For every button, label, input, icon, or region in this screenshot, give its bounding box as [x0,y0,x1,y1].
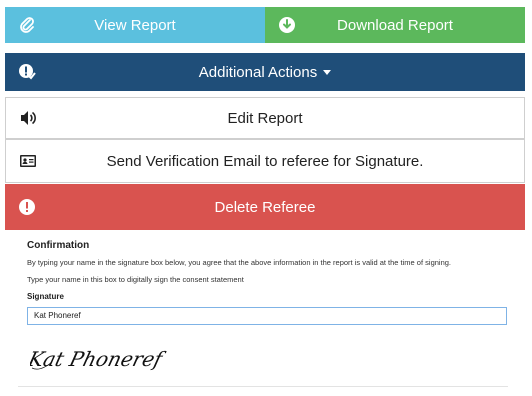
id-card-icon [20,155,36,167]
signature-label: Signature [27,292,64,301]
download-report-button[interactable]: Download Report [265,7,525,43]
caret-down-icon [323,69,332,75]
speaker-icon [21,111,36,125]
alert-check-icon [19,64,36,80]
handwritten-signature: Kat Phoneref [30,347,168,371]
divider [18,386,508,387]
agreement-text: By typing your name in the signature box… [27,258,451,267]
signature-input[interactable] [27,306,507,325]
instruction-text: Type your name in this box to digitally … [27,275,244,284]
delete-referee-label: Delete Referee [214,198,316,216]
edit-report-item[interactable]: Edit Report [5,97,525,139]
download-report-label: Download Report [337,16,453,34]
additional-actions-label: Additional Actions [198,63,318,81]
send-verification-label: Send Verification Email to referee for S… [106,152,424,170]
delete-referee-button[interactable]: Delete Referee [5,184,525,230]
edit-report-label: Edit Report [227,109,303,127]
download-circle-icon [279,17,295,33]
paperclip-icon [20,17,34,33]
view-report-label: View Report [94,16,176,34]
exclamation-circle-icon [19,199,35,215]
view-report-button[interactable]: View Report [5,7,265,43]
confirmation-heading: Confirmation [27,240,90,251]
additional-actions-dropdown[interactable]: Additional Actions [5,53,525,91]
svg-text:Kat Phoneref: Kat Phoneref [30,347,168,371]
send-verification-item[interactable]: Send Verification Email to referee for S… [5,139,525,183]
confirmation-section: Confirmation By typing your name in the … [27,240,507,325]
